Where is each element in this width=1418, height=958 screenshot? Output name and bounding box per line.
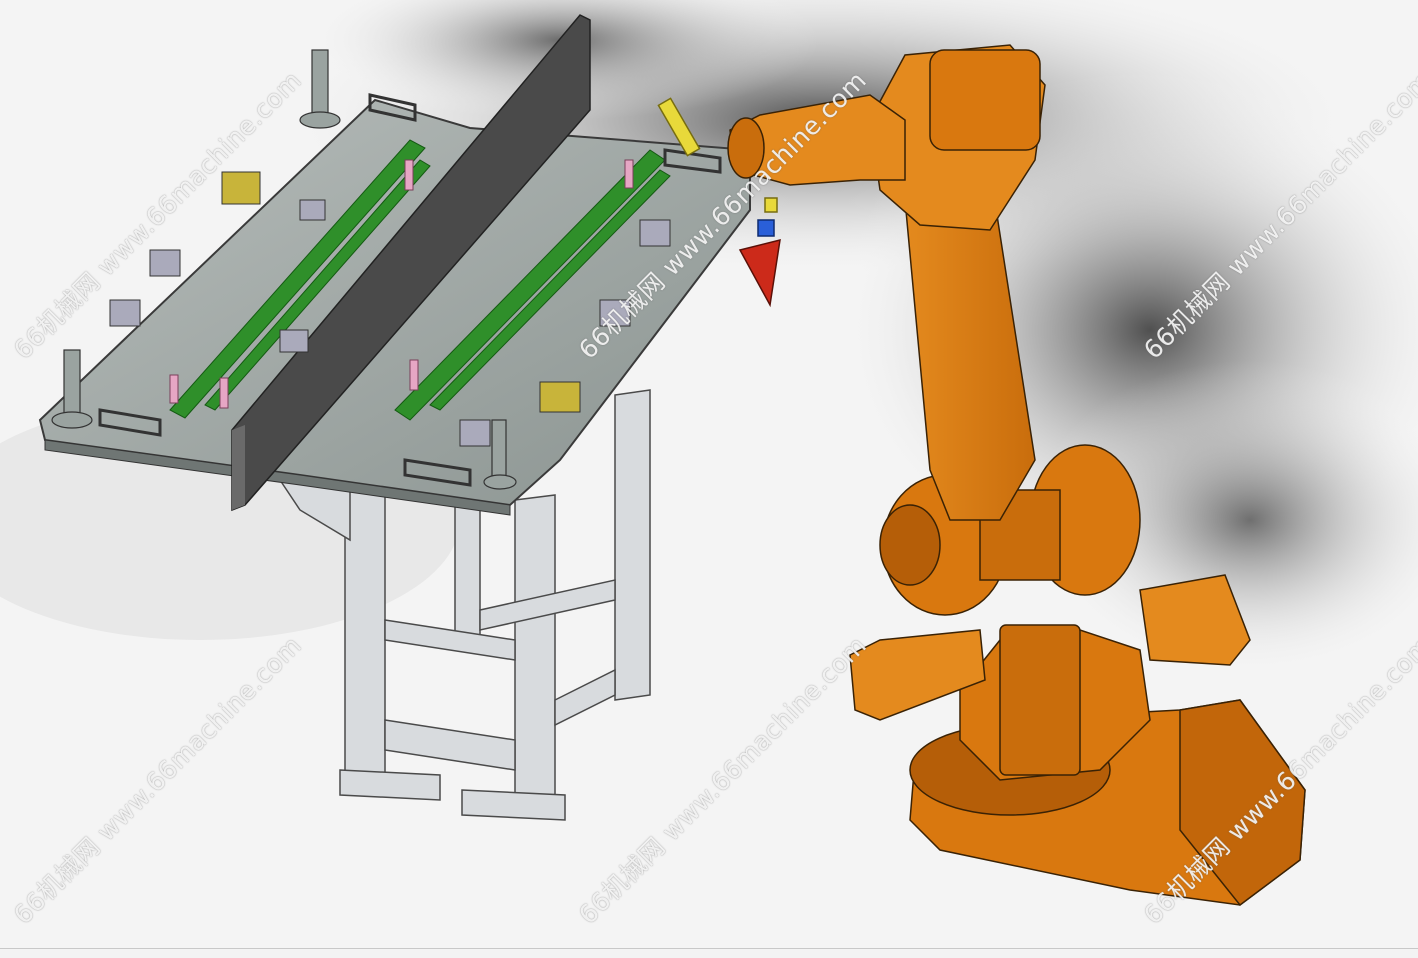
scene-canvas (0, 0, 1418, 957)
